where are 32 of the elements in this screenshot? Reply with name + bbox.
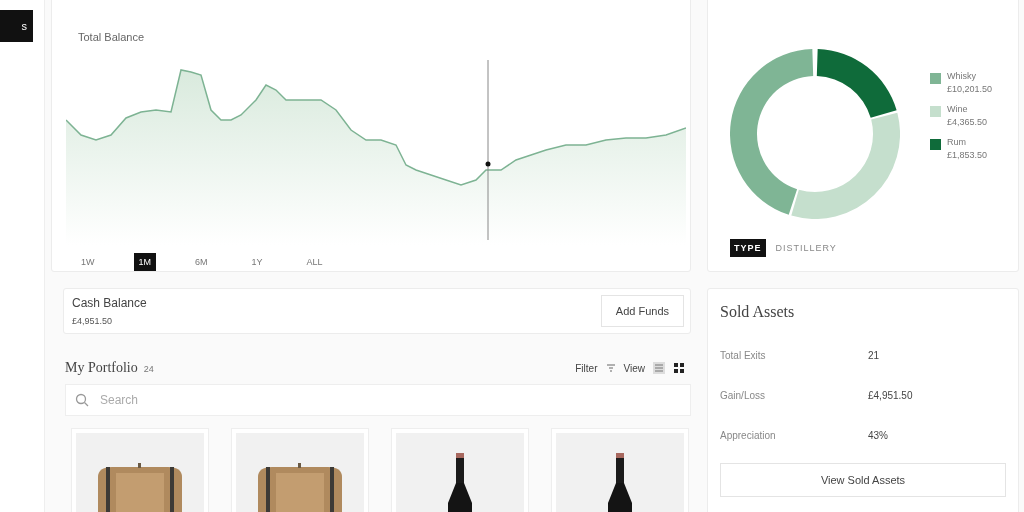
- cash-amount: £4,951.50: [72, 316, 114, 326]
- filter-button[interactable]: Filter: [575, 362, 598, 374]
- grid-view-icon[interactable]: [673, 362, 685, 374]
- legend-value: £1,853.50: [947, 150, 988, 160]
- legend-value: £4,365.50: [947, 117, 988, 127]
- legend-label: Wine: [947, 104, 969, 114]
- period-tab[interactable]: 1W: [76, 253, 100, 271]
- legend-label: Whisky: [947, 71, 977, 81]
- legend-value: £10,201.50: [947, 84, 993, 94]
- portfolio-title: My Portfolio: [65, 360, 138, 376]
- group-tab[interactable]: DISTILLERY: [771, 239, 841, 257]
- balance-label: Total Balance: [77, 30, 146, 43]
- stat-label: Gain/Loss: [720, 389, 767, 401]
- search-field[interactable]: Search: [65, 384, 691, 416]
- portfolio-count: 24: [143, 364, 154, 374]
- period-tab[interactable]: ALL: [301, 253, 328, 271]
- period-tab[interactable]: 1M: [133, 253, 156, 271]
- cash-label: Cash Balance: [72, 296, 147, 310]
- period-tab[interactable]: 6M: [190, 253, 213, 271]
- stat-value: 43%: [868, 429, 888, 441]
- stat-value: 21: [868, 349, 880, 361]
- group-tab[interactable]: TYPE: [730, 239, 766, 257]
- stat-value: £4,951.50: [868, 389, 913, 401]
- view-sold-assets-button[interactable]: View Sold Assets: [720, 463, 1006, 497]
- view-label: View: [623, 362, 645, 374]
- stat-label: Total Exits: [720, 349, 767, 361]
- sold-assets-title: Sold Assets: [720, 303, 796, 321]
- add-funds-button[interactable]: Add Funds: [600, 295, 684, 327]
- legend-label: Rum: [947, 137, 967, 147]
- menu-button[interactable]: s: [0, 10, 33, 42]
- period-tab[interactable]: 1Y: [246, 253, 268, 271]
- stat-label: Appreciation: [720, 429, 777, 441]
